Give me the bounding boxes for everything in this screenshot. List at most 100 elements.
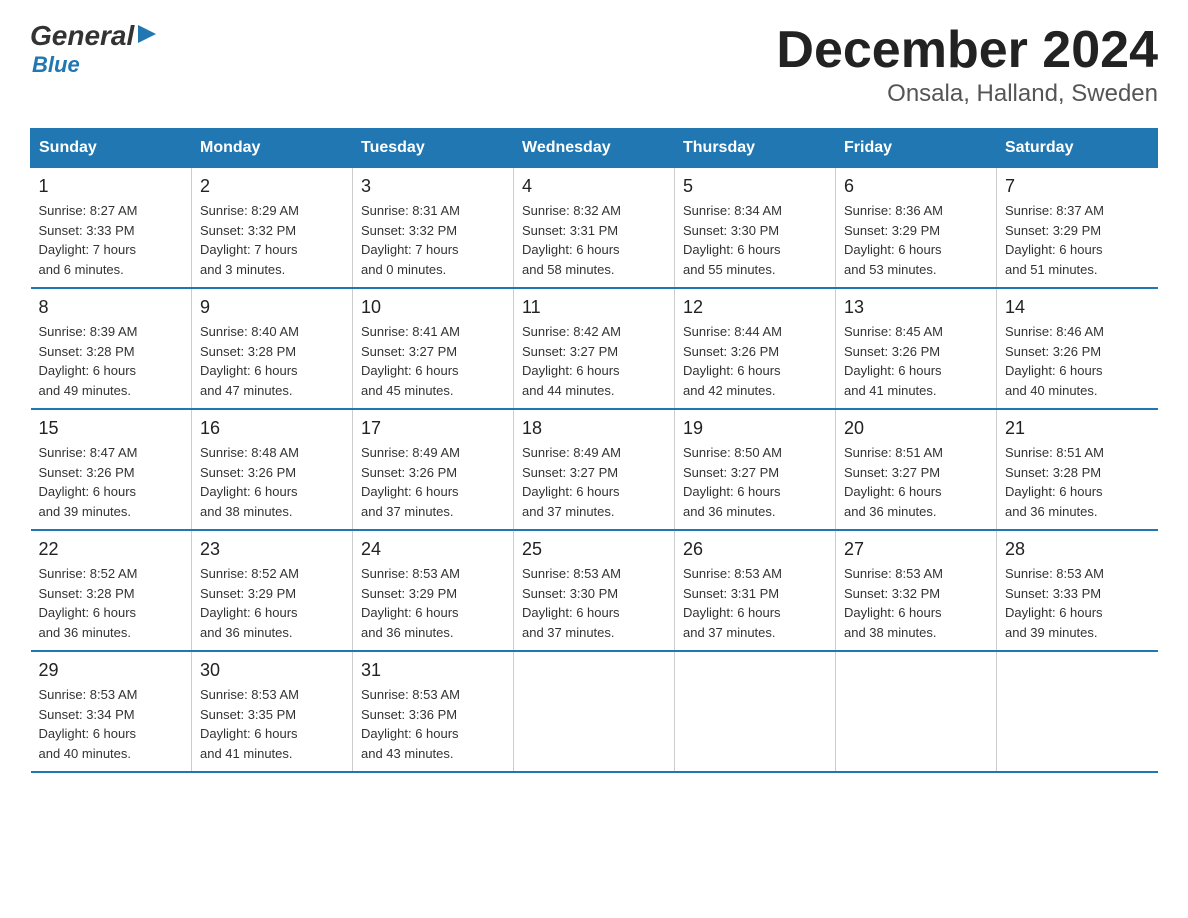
day-number: 10 (361, 297, 505, 318)
logo: General Blue (30, 20, 158, 78)
day-number: 12 (683, 297, 827, 318)
day-info: Sunrise: 8:53 AM Sunset: 3:36 PM Dayligh… (361, 685, 505, 763)
day-info: Sunrise: 8:40 AM Sunset: 3:28 PM Dayligh… (200, 322, 344, 400)
day-cell: 20Sunrise: 8:51 AM Sunset: 3:27 PM Dayli… (836, 409, 997, 530)
day-cell: 4 Sunrise: 8:32 AM Sunset: 3:31 PM Daylig… (514, 168, 675, 289)
day-info: Sunrise: 8:53 AM Sunset: 3:35 PM Dayligh… (200, 685, 344, 763)
day-cell: 10 Sunrise: 8:41 AM Sunset: 3:27 PM Dayli… (353, 288, 514, 409)
day-info: Sunrise: 8:49 AM Sunset: 3:26 PM Dayligh… (361, 443, 505, 521)
day-cell: 1 Sunrise: 8:27 AM Sunset: 3:33 PM Daylig… (31, 168, 192, 289)
day-info: Sunrise: 8:53 AM Sunset: 3:29 PM Dayligh… (361, 564, 505, 642)
day-cell: 14 Sunrise: 8:46 AM Sunset: 3:26 PM Dayli… (997, 288, 1158, 409)
header-thursday: Thursday (675, 129, 836, 168)
day-info: Sunrise: 8:53 AM Sunset: 3:33 PM Dayligh… (1005, 564, 1150, 642)
day-cell: 26Sunrise: 8:53 AM Sunset: 3:31 PM Dayli… (675, 530, 836, 651)
day-number: 11 (522, 297, 666, 318)
day-cell: 6Sunrise: 8:36 AM Sunset: 3:29 PM Daylig… (836, 168, 997, 289)
day-cell (514, 651, 675, 772)
day-cell: 13 Sunrise: 8:45 AM Sunset: 3:26 PM Dayli… (836, 288, 997, 409)
day-info: Sunrise: 8:29 AM Sunset: 3:32 PM Dayligh… (200, 201, 344, 279)
day-info: Sunrise: 8:51 AM Sunset: 3:27 PM Dayligh… (844, 443, 988, 521)
day-info: Sunrise: 8:46 AM Sunset: 3:26 PM Dayligh… (1005, 322, 1150, 400)
day-cell: 23 Sunrise: 8:52 AM Sunset: 3:29 PM Dayli… (192, 530, 353, 651)
header-wednesday: Wednesday (514, 129, 675, 168)
day-cell: 8Sunrise: 8:39 AM Sunset: 3:28 PM Daylig… (31, 288, 192, 409)
day-number: 25 (522, 539, 666, 560)
day-cell: 21 Sunrise: 8:51 AM Sunset: 3:28 PM Dayli… (997, 409, 1158, 530)
day-cell: 27 Sunrise: 8:53 AM Sunset: 3:32 PM Dayli… (836, 530, 997, 651)
day-info: Sunrise: 8:44 AM Sunset: 3:26 PM Dayligh… (683, 322, 827, 400)
day-info: Sunrise: 8:34 AM Sunset: 3:30 PM Dayligh… (683, 201, 827, 279)
day-cell: 25Sunrise: 8:53 AM Sunset: 3:30 PM Dayli… (514, 530, 675, 651)
logo-general: General (30, 20, 134, 52)
day-info: Sunrise: 8:41 AM Sunset: 3:27 PM Dayligh… (361, 322, 505, 400)
day-cell: 5Sunrise: 8:34 AM Sunset: 3:30 PM Daylig… (675, 168, 836, 289)
day-info: Sunrise: 8:53 AM Sunset: 3:31 PM Dayligh… (683, 564, 827, 642)
day-info: Sunrise: 8:48 AM Sunset: 3:26 PM Dayligh… (200, 443, 344, 521)
day-number: 15 (39, 418, 184, 439)
day-number: 24 (361, 539, 505, 560)
header-monday: Monday (192, 129, 353, 168)
day-number: 29 (39, 660, 184, 681)
day-number: 23 (200, 539, 344, 560)
day-info: Sunrise: 8:53 AM Sunset: 3:34 PM Dayligh… (39, 685, 184, 763)
day-info: Sunrise: 8:52 AM Sunset: 3:28 PM Dayligh… (39, 564, 184, 642)
day-cell: 29 Sunrise: 8:53 AM Sunset: 3:34 PM Dayli… (31, 651, 192, 772)
day-info: Sunrise: 8:53 AM Sunset: 3:32 PM Dayligh… (844, 564, 988, 642)
calendar-subtitle: Onsala, Halland, Sweden (776, 80, 1158, 108)
day-cell (997, 651, 1158, 772)
day-info: Sunrise: 8:27 AM Sunset: 3:33 PM Dayligh… (39, 201, 184, 279)
day-number: 30 (200, 660, 344, 681)
logo-arrow-icon (136, 23, 158, 45)
day-number: 19 (683, 418, 827, 439)
day-cell: 11 Sunrise: 8:42 AM Sunset: 3:27 PM Dayli… (514, 288, 675, 409)
header: General Blue December 2024 Onsala, Halla… (30, 20, 1158, 108)
day-info: Sunrise: 8:31 AM Sunset: 3:32 PM Dayligh… (361, 201, 505, 279)
day-number: 16 (200, 418, 344, 439)
day-info: Sunrise: 8:37 AM Sunset: 3:29 PM Dayligh… (1005, 201, 1150, 279)
logo-blue: Blue (32, 52, 158, 78)
day-number: 17 (361, 418, 505, 439)
header-sunday: Sunday (31, 129, 192, 168)
day-cell: 18 Sunrise: 8:49 AM Sunset: 3:27 PM Dayli… (514, 409, 675, 530)
day-number: 21 (1005, 418, 1150, 439)
day-cell: 12 Sunrise: 8:44 AM Sunset: 3:26 PM Dayli… (675, 288, 836, 409)
week-row-4: 22 Sunrise: 8:52 AM Sunset: 3:28 PM Dayli… (31, 530, 1158, 651)
title-area: December 2024 Onsala, Halland, Sweden (776, 20, 1158, 108)
day-number: 27 (844, 539, 988, 560)
day-cell: 15 Sunrise: 8:47 AM Sunset: 3:26 PM Dayli… (31, 409, 192, 530)
day-info: Sunrise: 8:49 AM Sunset: 3:27 PM Dayligh… (522, 443, 666, 521)
day-number: 9 (200, 297, 344, 318)
day-cell: 7Sunrise: 8:37 AM Sunset: 3:29 PM Daylig… (997, 168, 1158, 289)
day-number: 4 (522, 176, 666, 197)
day-number: 14 (1005, 297, 1150, 318)
day-number: 22 (39, 539, 184, 560)
day-cell (675, 651, 836, 772)
header-saturday: Saturday (997, 129, 1158, 168)
day-number: 28 (1005, 539, 1150, 560)
day-info: Sunrise: 8:39 AM Sunset: 3:28 PM Dayligh… (39, 322, 184, 400)
day-info: Sunrise: 8:45 AM Sunset: 3:26 PM Dayligh… (844, 322, 988, 400)
calendar-table: SundayMondayTuesdayWednesdayThursdayFrid… (30, 128, 1158, 773)
day-info: Sunrise: 8:52 AM Sunset: 3:29 PM Dayligh… (200, 564, 344, 642)
day-number: 31 (361, 660, 505, 681)
day-info: Sunrise: 8:32 AM Sunset: 3:31 PM Dayligh… (522, 201, 666, 279)
day-cell: 19 Sunrise: 8:50 AM Sunset: 3:27 PM Dayli… (675, 409, 836, 530)
day-number: 3 (361, 176, 505, 197)
day-number: 2 (200, 176, 344, 197)
week-row-5: 29 Sunrise: 8:53 AM Sunset: 3:34 PM Dayli… (31, 651, 1158, 772)
day-number: 18 (522, 418, 666, 439)
day-cell: 2 Sunrise: 8:29 AM Sunset: 3:32 PM Daylig… (192, 168, 353, 289)
day-info: Sunrise: 8:47 AM Sunset: 3:26 PM Dayligh… (39, 443, 184, 521)
day-cell: 30 Sunrise: 8:53 AM Sunset: 3:35 PM Dayli… (192, 651, 353, 772)
day-cell: 24 Sunrise: 8:53 AM Sunset: 3:29 PM Dayli… (353, 530, 514, 651)
day-number: 1 (39, 176, 184, 197)
day-number: 13 (844, 297, 988, 318)
day-info: Sunrise: 8:51 AM Sunset: 3:28 PM Dayligh… (1005, 443, 1150, 521)
day-info: Sunrise: 8:42 AM Sunset: 3:27 PM Dayligh… (522, 322, 666, 400)
day-cell (836, 651, 997, 772)
week-row-3: 15 Sunrise: 8:47 AM Sunset: 3:26 PM Dayli… (31, 409, 1158, 530)
day-number: 6 (844, 176, 988, 197)
day-info: Sunrise: 8:50 AM Sunset: 3:27 PM Dayligh… (683, 443, 827, 521)
day-cell: 9 Sunrise: 8:40 AM Sunset: 3:28 PM Daylig… (192, 288, 353, 409)
